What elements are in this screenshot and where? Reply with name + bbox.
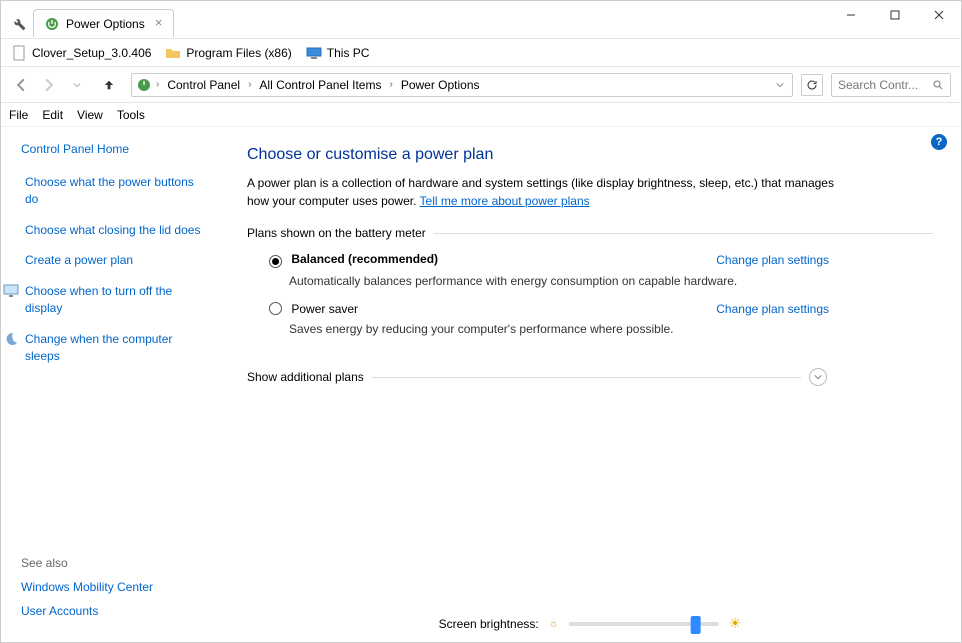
see-also-user-accounts[interactable]: User Accounts (21, 604, 209, 618)
breadcrumb-item[interactable]: All Control Panel Items (255, 76, 385, 94)
chevron-down-icon[interactable] (809, 368, 827, 386)
plan-description: Automatically balances performance with … (289, 274, 769, 288)
sun-dim-icon: ☼ (549, 618, 559, 630)
brightness-slider[interactable] (569, 622, 719, 626)
wrench-icon[interactable] (9, 14, 27, 32)
page-description: A power plan is a collection of hardware… (247, 174, 847, 210)
folder-icon (165, 45, 181, 61)
breadcrumb[interactable]: › Control Panel › All Control Panel Item… (131, 73, 793, 97)
sidebar-item-create-plan[interactable]: Create a power plan (25, 252, 133, 269)
bookmarks-bar: Clover_Setup_3.0.406 Program Files (x86)… (1, 39, 961, 67)
power-plan-saver: Power saver Change plan settings Saves e… (247, 302, 933, 350)
menu-tools[interactable]: Tools (117, 108, 145, 122)
close-button[interactable] (917, 1, 961, 29)
titlebar: Power Options × (1, 1, 961, 39)
bookmark-item[interactable]: Program Files (x86) (165, 45, 291, 61)
minimize-button[interactable] (829, 1, 873, 29)
control-panel-home-link[interactable]: Control Panel Home (21, 142, 209, 156)
bookmark-item[interactable]: This PC (306, 45, 370, 61)
bookmark-item[interactable]: Clover_Setup_3.0.406 (11, 45, 151, 61)
power-plan-balanced: Balanced (recommended) Change plan setti… (247, 252, 933, 302)
menu-bar: File Edit View Tools (1, 103, 961, 127)
monitor-icon (3, 283, 19, 299)
change-plan-settings-link[interactable]: Change plan settings (716, 253, 829, 267)
back-button[interactable] (11, 75, 31, 95)
address-bar: › Control Panel › All Control Panel Item… (1, 67, 961, 103)
search-icon (932, 79, 944, 91)
help-button[interactable]: ? (931, 134, 947, 150)
main-panel: ? Choose or customise a power plan A pow… (219, 128, 961, 642)
forward-button[interactable] (39, 75, 59, 95)
search-input[interactable]: Search Contr... (831, 73, 951, 97)
radio-icon (269, 255, 282, 268)
plans-group-title: Plans shown on the battery meter (247, 226, 933, 240)
menu-file[interactable]: File (9, 108, 28, 122)
moon-icon (3, 331, 19, 347)
file-icon (11, 45, 27, 61)
radio-icon (269, 302, 282, 315)
breadcrumb-item[interactable]: Power Options (397, 76, 484, 94)
sidebar-item-display-off[interactable]: Choose when to turn off the display (25, 283, 209, 317)
up-button[interactable] (99, 75, 119, 95)
power-icon (44, 16, 60, 32)
page-heading: Choose or customise a power plan (247, 146, 933, 164)
menu-view[interactable]: View (77, 108, 103, 122)
tab-title: Power Options (66, 17, 145, 31)
see-also-heading: See also (21, 556, 209, 570)
brightness-control: Screen brightness: ☼ ☀ (439, 615, 742, 632)
maximize-button[interactable] (873, 1, 917, 29)
learn-more-link[interactable]: Tell me more about power plans (420, 194, 590, 208)
chevron-right-icon[interactable]: › (246, 79, 253, 90)
sun-bright-icon: ☀ (729, 615, 742, 632)
pc-icon (306, 45, 322, 61)
menu-edit[interactable]: Edit (42, 108, 63, 122)
browser-tab[interactable]: Power Options × (33, 9, 174, 37)
slider-thumb[interactable] (691, 616, 701, 634)
address-dropdown[interactable] (772, 81, 788, 89)
power-icon (136, 77, 152, 93)
sidebar: Control Panel Home Choose what the power… (1, 128, 219, 642)
plan-radio-saver[interactable]: Power saver (269, 302, 358, 316)
breadcrumb-item[interactable]: Control Panel (163, 76, 244, 94)
show-additional-plans[interactable]: Show additional plans (247, 368, 827, 386)
refresh-button[interactable] (801, 74, 823, 96)
see-also-mobility-center[interactable]: Windows Mobility Center (21, 580, 209, 594)
plan-radio-balanced[interactable]: Balanced (recommended) (269, 252, 438, 268)
sidebar-item-closing-lid[interactable]: Choose what closing the lid does (25, 222, 200, 239)
recent-dropdown[interactable] (67, 75, 87, 95)
sidebar-item-power-buttons[interactable]: Choose what the power buttons do (25, 174, 209, 208)
sidebar-item-sleep[interactable]: Change when the computer sleeps (25, 331, 209, 365)
tab-close-button[interactable]: × (153, 17, 165, 29)
brightness-label: Screen brightness: (439, 617, 539, 631)
plan-description: Saves energy by reducing your computer's… (289, 322, 769, 336)
chevron-right-icon[interactable]: › (387, 79, 394, 90)
change-plan-settings-link[interactable]: Change plan settings (716, 302, 829, 316)
chevron-right-icon[interactable]: › (154, 79, 161, 90)
